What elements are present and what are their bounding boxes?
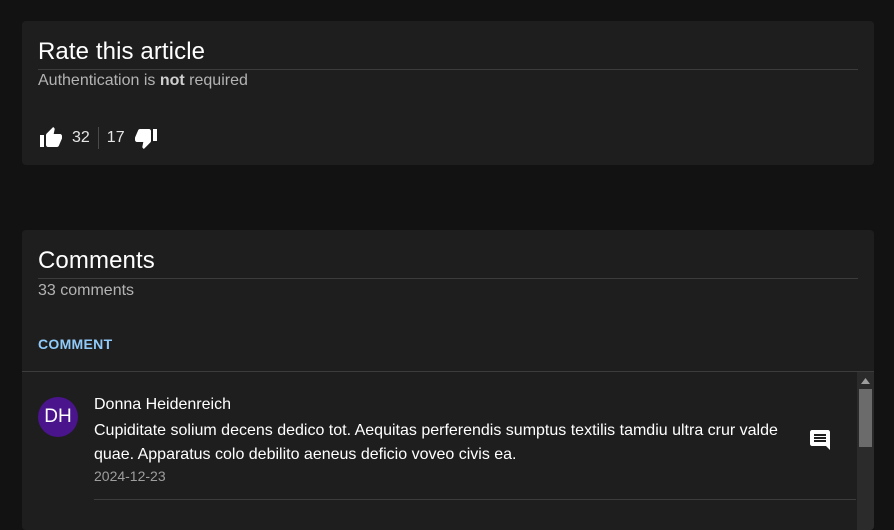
scroll-thumb[interactable]: [859, 389, 872, 447]
comments-count: 33 comments: [38, 282, 135, 299]
rate-title: Rate this article: [38, 38, 206, 65]
downvote-button[interactable]: [133, 125, 159, 151]
comments-title-divider: [38, 278, 858, 279]
upvote-button[interactable]: [38, 125, 64, 151]
vote-row: 32 17: [38, 125, 159, 151]
comment-icon: [810, 430, 830, 450]
comments-scrollbar[interactable]: [857, 372, 874, 530]
comment-author: Donna Heidenreich: [94, 396, 231, 413]
add-comment-button[interactable]: COMMENT: [38, 336, 112, 352]
auth-note-bold: not: [159, 72, 185, 89]
auth-note-prefix: Authentication is: [38, 72, 160, 89]
rate-article-card: Rate this article Authentication is not …: [22, 21, 874, 165]
comment-list-item: DH Donna Heidenreich Cupiditate solium d…: [22, 372, 856, 500]
rate-title-divider: [38, 69, 858, 70]
auth-note: Authentication is not required: [38, 72, 248, 90]
comments-title: Comments: [38, 247, 155, 274]
thumb-up-icon: [40, 127, 62, 147]
comment-item-divider: [94, 499, 856, 500]
scroll-up-button[interactable]: [857, 372, 874, 389]
comment-body: Cupiditate solium decens dedico tot. Aeq…: [94, 422, 778, 463]
reply-comment-button[interactable]: [808, 428, 832, 452]
auth-note-suffix: required: [184, 72, 248, 89]
scroll-up-arrow-icon: [861, 377, 870, 384]
thumb-down-icon: [134, 129, 157, 149]
downvote-count: 17: [106, 129, 125, 146]
comment-date: 2024-12-23: [94, 468, 166, 484]
comments-card: Comments 33 comments COMMENT DH Donna He…: [22, 230, 874, 530]
upvote-count: 32: [72, 129, 90, 146]
avatar: DH: [38, 397, 78, 437]
